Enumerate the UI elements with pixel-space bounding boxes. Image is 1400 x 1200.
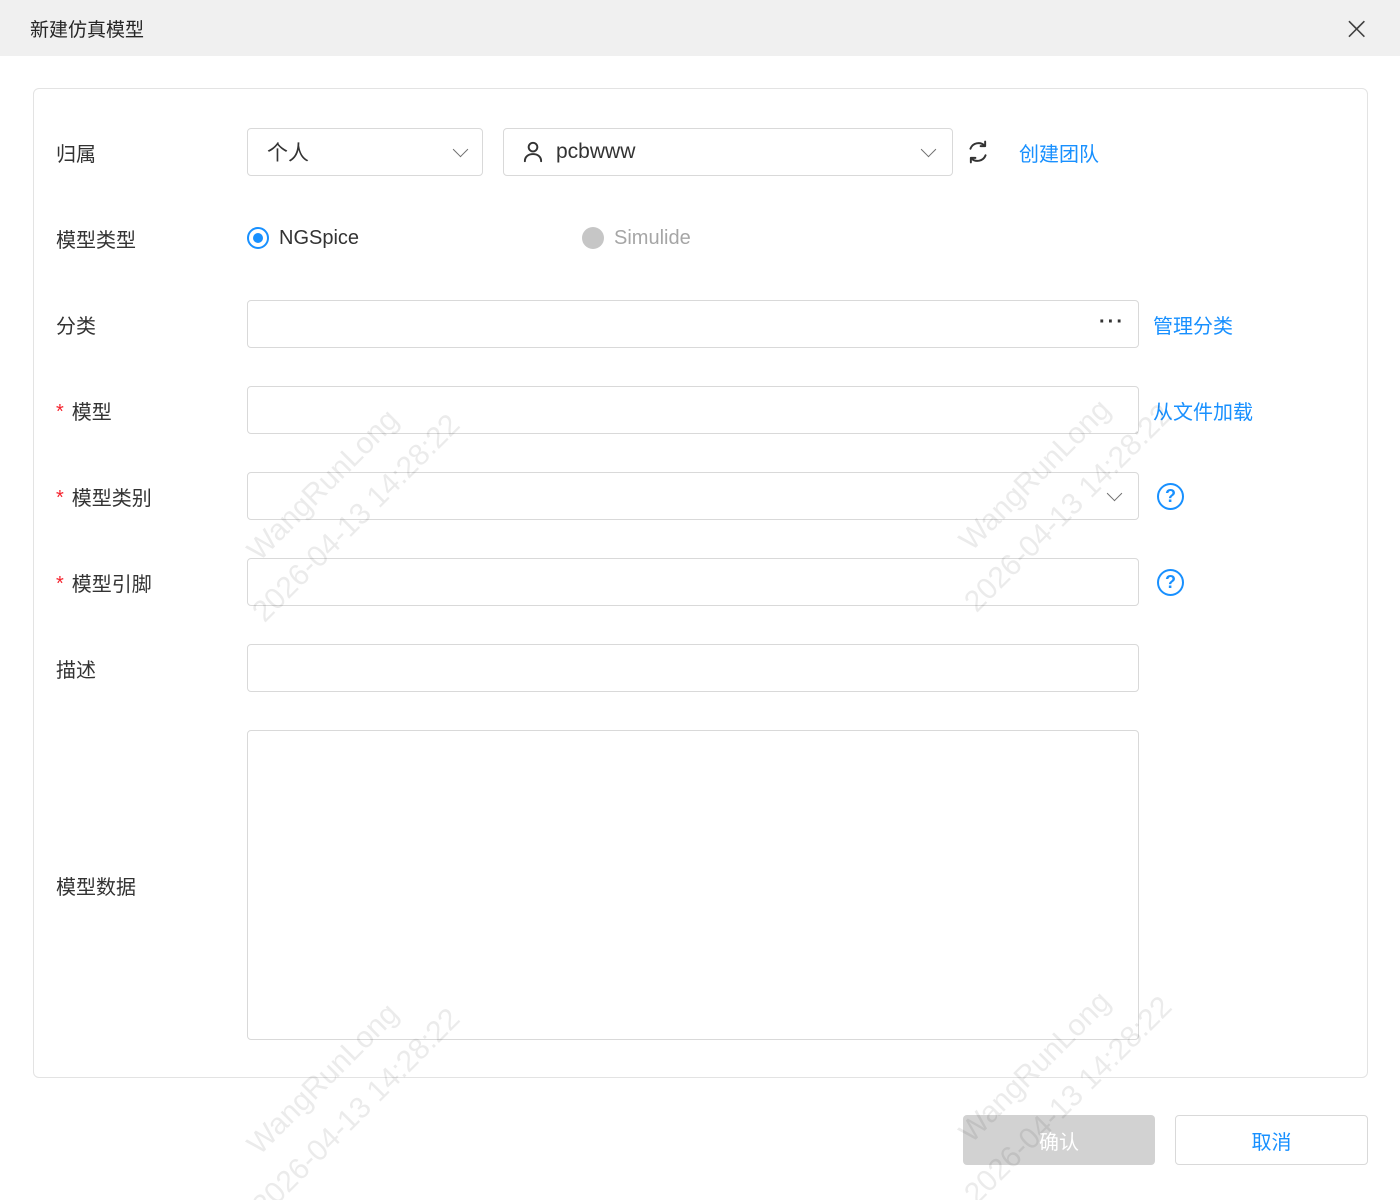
form-panel: 归属 个人 pcbwww [33,88,1368,1078]
ownership-type-value: 个人 [267,137,455,167]
model-type-label: 模型类型 [56,224,247,253]
new-simulation-model-dialog: 新建仿真模型 × 归属 个人 pcbwww [0,0,1400,1200]
create-team-link[interactable]: 创建团队 [1019,138,1099,167]
required-mark: * [56,573,64,596]
dialog-footer: 确认 取消 [0,1115,1368,1165]
category-input[interactable] [247,300,1139,348]
row-ownership: 归属 个人 pcbwww [56,128,1345,176]
chevron-down-icon [1107,486,1123,502]
radio-selected-icon [247,227,269,249]
ownership-label: 归属 [56,138,247,167]
model-data-controls [247,730,1345,1040]
model-label: * 模型 [56,396,247,425]
model-pins-controls: ? [247,558,1345,606]
description-field-wrap [247,644,1139,692]
model-input[interactable] [247,386,1139,434]
dialog-title: 新建仿真模型 [30,15,144,42]
close-icon[interactable]: × [1339,12,1374,44]
ownership-user-value: pcbwww [556,140,913,164]
chevron-down-icon [453,142,469,158]
model-pins-field-wrap [247,558,1139,606]
refresh-icon[interactable] [965,139,991,165]
ellipsis-icon[interactable]: ··· [1099,312,1125,332]
load-from-file-link[interactable]: 从文件加载 [1153,396,1253,425]
help-icon[interactable]: ? [1157,569,1184,596]
user-icon [520,139,546,165]
required-mark: * [56,487,64,510]
category-controls: ··· 管理分类 [247,300,1345,348]
dialog-header: 新建仿真模型 × [0,0,1400,56]
model-field-wrap [247,386,1139,434]
model-type-controls: NGSpice Simulide [247,227,1345,250]
help-icon[interactable]: ? [1157,483,1184,510]
model-class-label: * 模型类别 [56,482,247,511]
row-description: 描述 [56,644,1345,692]
confirm-button[interactable]: 确认 [963,1115,1155,1165]
description-controls [247,644,1345,692]
chevron-down-icon [921,142,937,158]
row-model-class: * 模型类别 ? [56,472,1345,520]
manage-category-link[interactable]: 管理分类 [1153,310,1233,339]
radio-ngspice-label: NGSpice [279,227,359,250]
model-class-label-text: 模型类别 [72,482,152,511]
model-class-controls: ? [247,472,1345,520]
category-label: 分类 [56,310,247,339]
radio-disabled-icon [582,227,604,249]
radio-simulide: Simulide [582,227,691,250]
model-label-text: 模型 [72,396,112,425]
category-field-wrap: ··· [247,300,1139,348]
row-model-type: 模型类型 NGSpice Simulide [56,214,1345,262]
radio-ngspice[interactable]: NGSpice [247,227,582,250]
cancel-button[interactable]: 取消 [1175,1115,1368,1165]
model-pins-input[interactable] [247,558,1139,606]
radio-dot [253,233,263,243]
ownership-user-select[interactable]: pcbwww [503,128,953,176]
ownership-type-select[interactable]: 个人 [247,128,483,176]
model-data-textarea[interactable] [247,730,1139,1040]
radio-simulide-label: Simulide [614,227,691,250]
ownership-controls: 个人 pcbwww [247,128,1345,176]
model-pins-label-text: 模型引脚 [72,568,152,597]
model-controls: 从文件加载 [247,386,1345,434]
row-category: 分类 ··· 管理分类 [56,300,1345,348]
description-label: 描述 [56,654,247,683]
row-model-pins: * 模型引脚 ? [56,558,1345,606]
description-input[interactable] [247,644,1139,692]
model-pins-label: * 模型引脚 [56,568,247,597]
model-class-select[interactable] [247,472,1139,520]
required-mark: * [56,401,64,424]
row-model-data: 模型数据 [56,730,1345,1040]
row-model: * 模型 从文件加载 [56,386,1345,434]
model-data-label: 模型数据 [56,871,247,900]
